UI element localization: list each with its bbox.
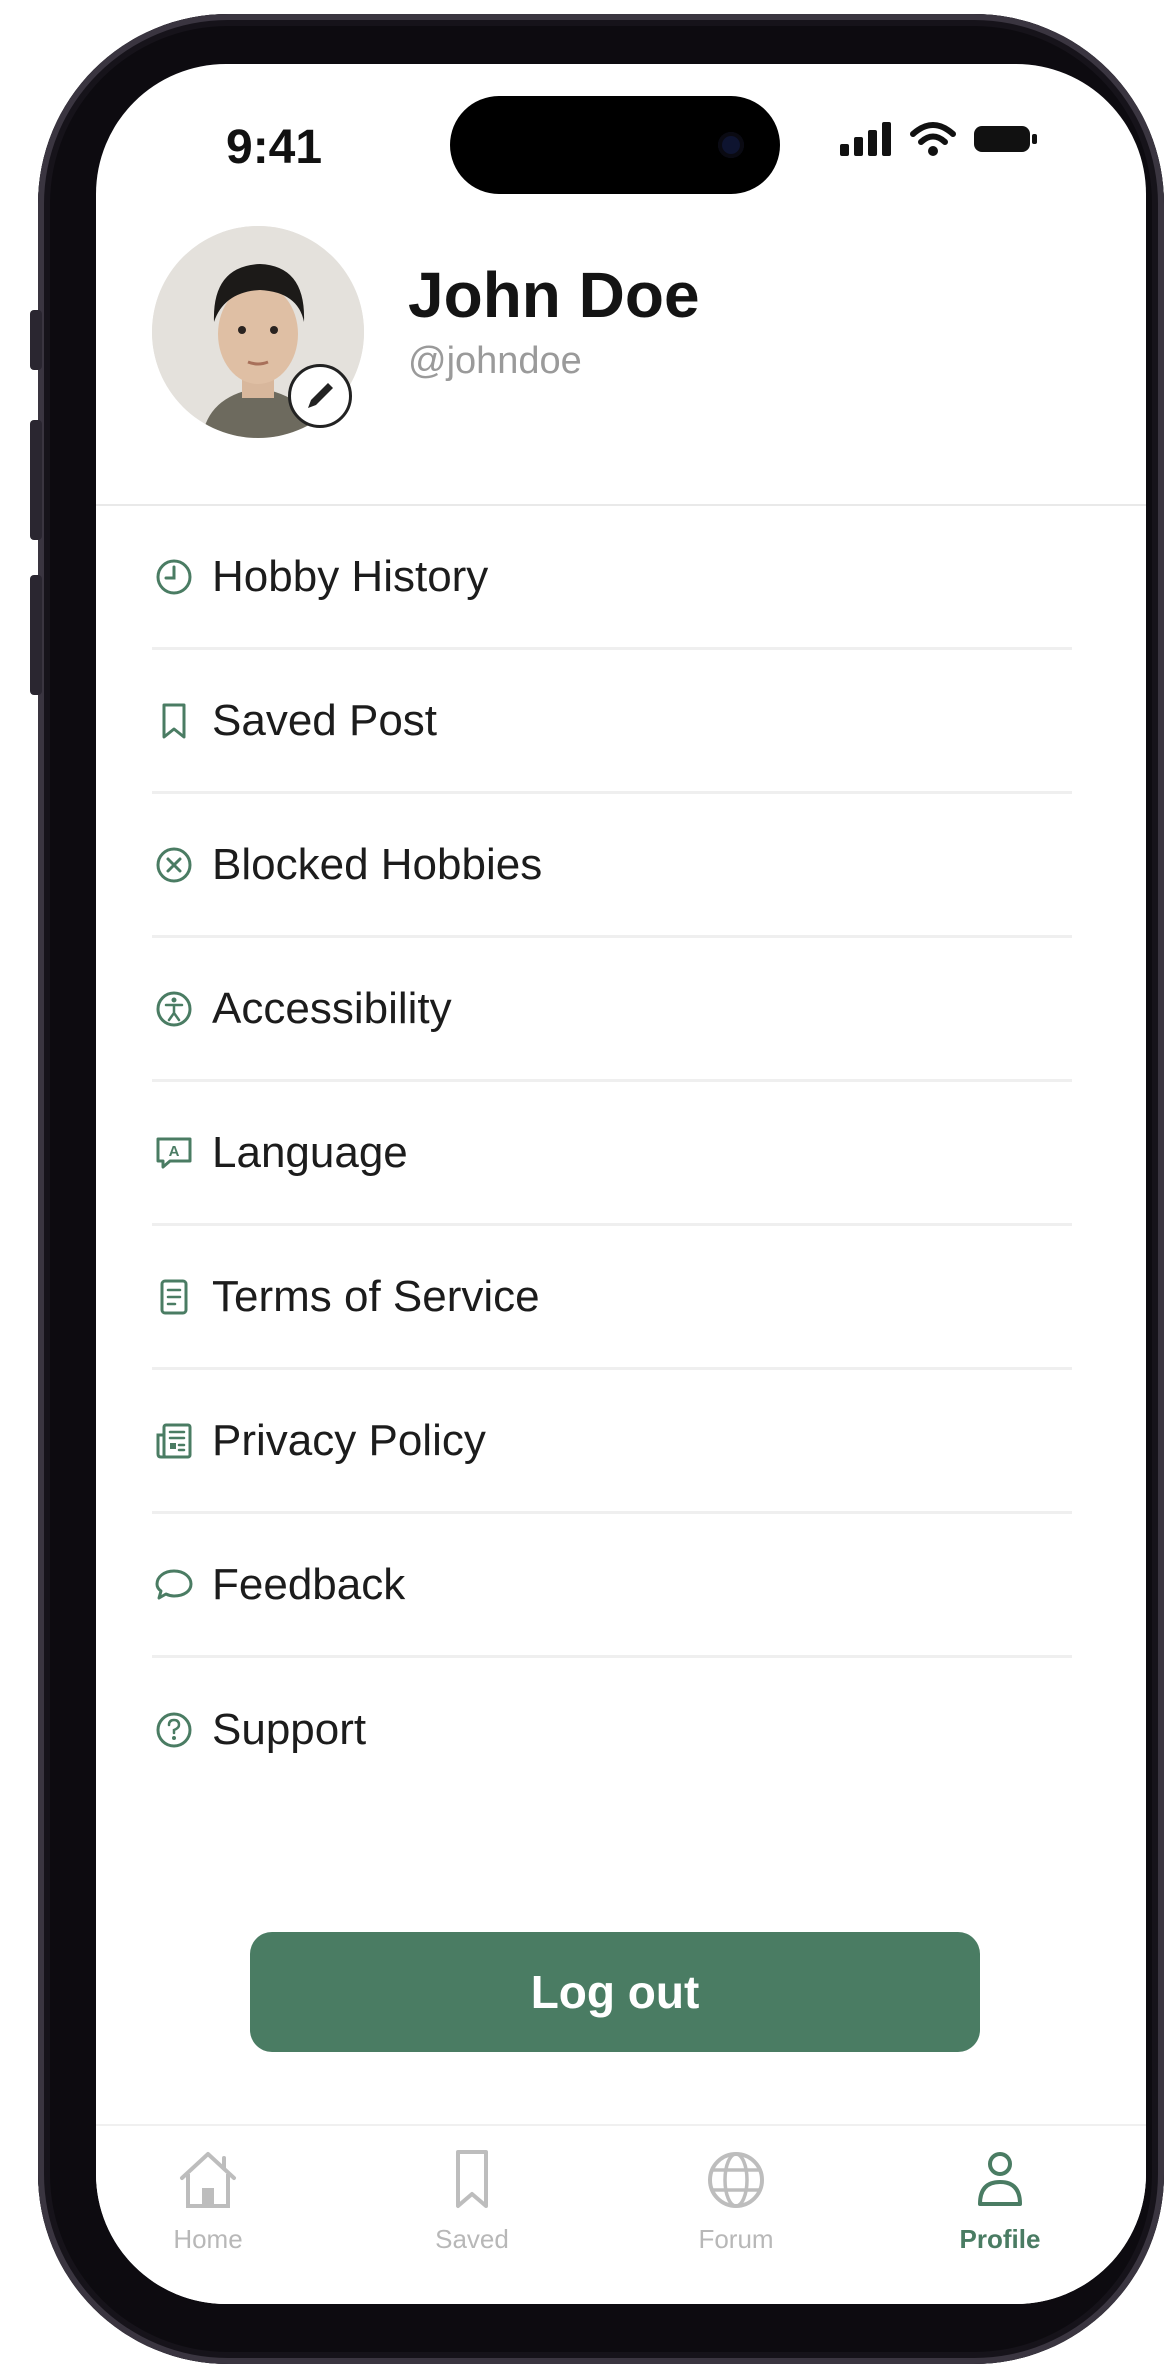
bottom-tab-bar: Home Saved Forum Profile [96, 2124, 1146, 2304]
menu-item-label: Privacy Policy [212, 1415, 486, 1465]
language-icon: A [152, 1131, 196, 1175]
svg-text:A: A [169, 1143, 180, 1160]
tab-label: Home [173, 2224, 243, 2254]
tab-home[interactable]: Home [118, 2144, 298, 2264]
battery-icon [974, 126, 1037, 152]
user-name: John Doe [408, 259, 700, 331]
tab-label: Profile [959, 2224, 1041, 2254]
tab-label: Forum [698, 2224, 774, 2254]
menu-item-label: Feedback [212, 1559, 406, 1609]
settings-menu: Hobby History Saved Post Blocked Hobbies… [152, 506, 1072, 1802]
status-icons [840, 122, 1038, 156]
menu-item-label: Blocked Hobbies [212, 839, 543, 889]
menu-item-label: Language [212, 1127, 408, 1177]
screen: 9:41 John Doe @johndoe Hobby History Sav… [96, 64, 1146, 2304]
tab-forum[interactable]: Forum [646, 2144, 826, 2264]
status-bar: 9:41 [96, 64, 1146, 204]
document-icon [152, 1275, 196, 1319]
volume-up-button [30, 420, 42, 540]
front-camera [718, 132, 744, 158]
newspaper-icon [152, 1419, 196, 1463]
menu-item-saved-post[interactable]: Saved Post [152, 650, 1072, 794]
edit-avatar-button[interactable] [288, 364, 352, 428]
menu-item-privacy-policy[interactable]: Privacy Policy [152, 1370, 1072, 1514]
menu-item-support[interactable]: Support [152, 1658, 1072, 1802]
help-icon [152, 1708, 196, 1752]
user-handle: @johndoe [408, 340, 582, 382]
menu-item-label: Terms of Service [212, 1271, 540, 1321]
menu-item-language[interactable]: A Language [152, 1082, 1072, 1226]
home-icon [180, 2152, 236, 2208]
bookmark-icon [152, 699, 196, 743]
menu-item-feedback[interactable]: Feedback [152, 1514, 1072, 1658]
status-time: 9:41 [226, 121, 323, 174]
clock-icon [152, 555, 196, 599]
menu-item-label: Accessibility [212, 983, 452, 1033]
blocked-icon [152, 843, 196, 887]
tab-label: Saved [435, 2224, 509, 2254]
pencil-icon [308, 383, 333, 408]
cellular-signal-icon [840, 122, 891, 156]
dynamic-island [450, 96, 780, 194]
menu-item-hobby-history[interactable]: Hobby History [152, 506, 1072, 650]
tab-saved[interactable]: Saved [382, 2144, 562, 2264]
menu-item-label: Saved Post [212, 695, 438, 745]
menu-item-terms-of-service[interactable]: Terms of Service [152, 1226, 1072, 1370]
wifi-icon [910, 122, 956, 156]
globe-icon [708, 2152, 764, 2208]
menu-item-accessibility[interactable]: Accessibility [152, 938, 1072, 1082]
profile-header: John Doe @johndoe [96, 224, 1146, 514]
person-icon [978, 2152, 1022, 2206]
logout-button[interactable]: Log out [250, 1932, 980, 2052]
tab-profile[interactable]: Profile [910, 2144, 1090, 2264]
accessibility-icon [152, 987, 196, 1031]
menu-item-blocked-hobbies[interactable]: Blocked Hobbies [152, 794, 1072, 938]
bookmark-icon [456, 2150, 488, 2208]
menu-item-label: Hobby History [212, 551, 489, 601]
volume-down-button [30, 575, 42, 695]
menu-item-label: Support [212, 1705, 367, 1754]
mute-switch [30, 310, 42, 370]
chat-bubble-icon [152, 1563, 196, 1607]
